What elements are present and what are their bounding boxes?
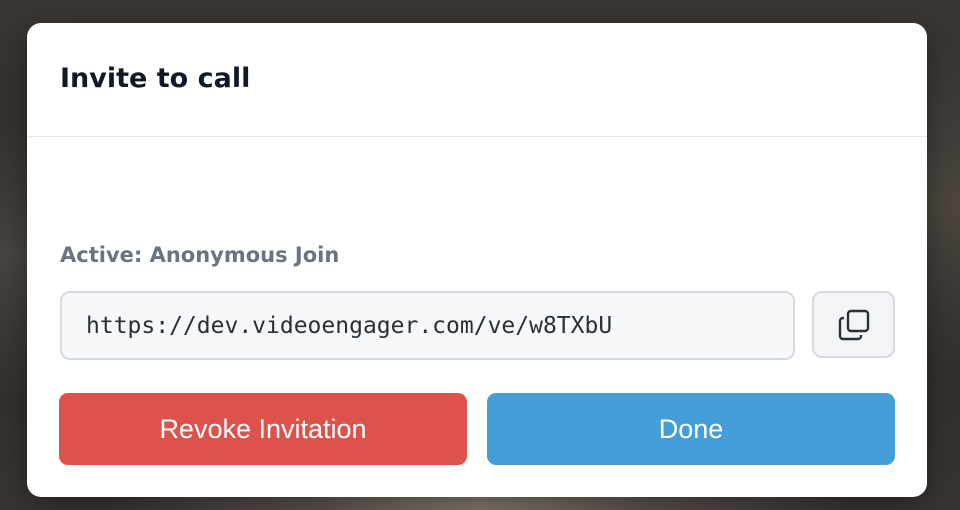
copy-icon (837, 308, 871, 342)
done-button[interactable]: Done (487, 393, 895, 465)
copy-link-button[interactable] (812, 291, 895, 358)
dialog-title: Invite to call (60, 63, 251, 94)
invitation-status-label: Active: Anonymous Join (60, 243, 340, 267)
dialog-header: Invite to call (27, 23, 927, 137)
revoke-invitation-button[interactable]: Revoke Invitation (59, 393, 467, 465)
invite-dialog: Invite to call Active: Anonymous Join Re… (27, 23, 927, 497)
invite-link-input[interactable] (60, 291, 795, 360)
